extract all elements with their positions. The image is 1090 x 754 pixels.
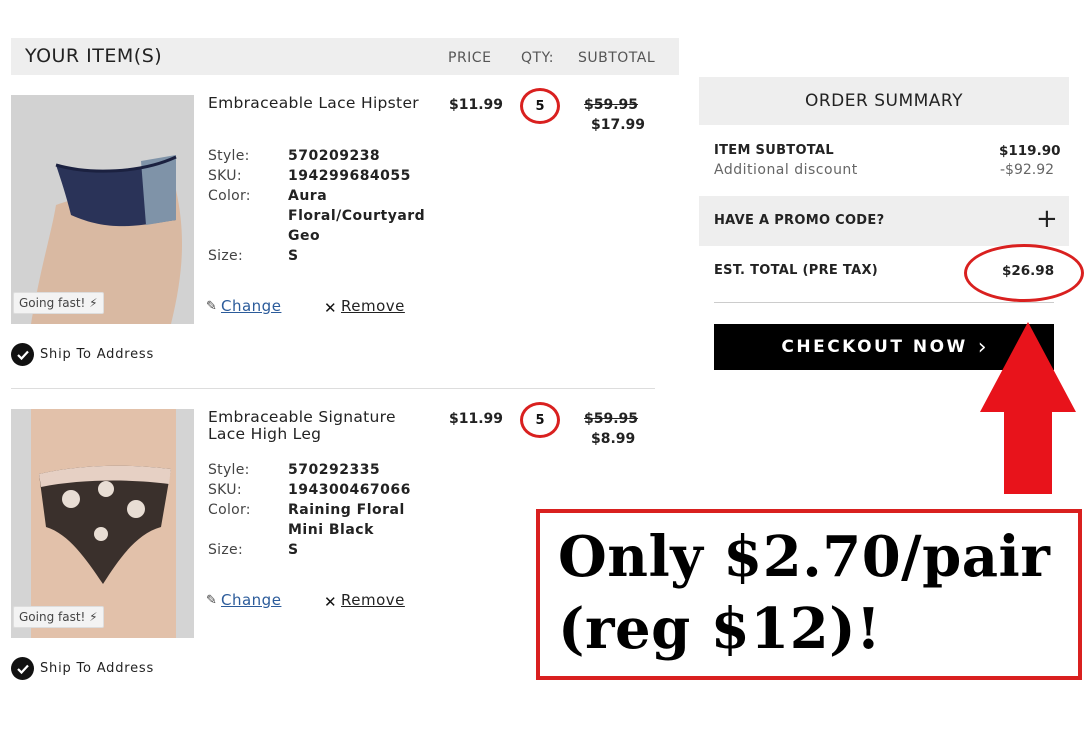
- size-value: S: [288, 542, 299, 558]
- product-image[interactable]: Going fast! ⚡: [11, 409, 194, 638]
- product-photo-illustration: [11, 95, 194, 324]
- original-subtotal: $59.95: [584, 97, 639, 113]
- discount-value: -$92.92: [1000, 162, 1055, 178]
- product-name[interactable]: Embraceable Lace Hipster: [208, 95, 438, 112]
- size-value: S: [288, 248, 299, 264]
- remove-link[interactable]: Remove: [341, 297, 405, 315]
- color-value: Aura Floral/Courtyard Geo: [288, 188, 426, 244]
- change-link[interactable]: Change: [221, 297, 281, 315]
- checkmark-icon: [11, 343, 34, 366]
- price-annotation-text: Only $2.70/pair (reg $12)!: [558, 521, 1078, 665]
- product-photo-illustration: [11, 409, 194, 638]
- ship-label: Ship To Address: [40, 347, 155, 362]
- size-label: Size:: [208, 248, 243, 264]
- item-subtotal: $8.99: [591, 431, 636, 447]
- cart-item: Going fast! ⚡ Embraceable Lace Hipster S…: [11, 88, 671, 395]
- discount-label: Additional discount: [714, 162, 858, 178]
- sku-label: SKU:: [208, 482, 242, 498]
- cart-header: YOUR ITEM(S) PRICE QTY: SUBTOTAL: [11, 38, 679, 75]
- pencil-icon: ✎: [206, 299, 217, 314]
- qty-column-header: QTY:: [521, 50, 554, 66]
- ship-to-address-option[interactable]: Ship To Address: [11, 343, 154, 366]
- qty-value[interactable]: 5: [520, 402, 560, 438]
- subtotal-column-header: SUBTOTAL: [578, 50, 656, 66]
- est-total-label: EST. TOTAL (PRE TAX): [714, 263, 879, 278]
- red-arrow-annotation: [980, 322, 1076, 494]
- color-label: Color:: [208, 502, 251, 518]
- item-subtotal-value: $119.90: [999, 143, 1061, 159]
- checkout-label: CHECKOUT NOW: [781, 337, 968, 357]
- price-column-header: PRICE: [448, 50, 492, 66]
- item-divider: [11, 388, 655, 389]
- item-subtotal: $17.99: [591, 117, 646, 133]
- close-icon: ✕: [324, 593, 337, 611]
- style-label: Style:: [208, 462, 250, 478]
- promo-code-label: HAVE A PROMO CODE?: [714, 213, 885, 228]
- price-annotation-box: Only $2.70/pair (reg $12)!: [536, 509, 1082, 680]
- promo-code-toggle[interactable]: HAVE A PROMO CODE? +: [699, 196, 1069, 246]
- remove-link[interactable]: Remove: [341, 591, 405, 609]
- ship-label: Ship To Address: [40, 661, 155, 676]
- change-link[interactable]: Change: [221, 591, 281, 609]
- product-name[interactable]: Embraceable Signature Lace High Leg: [208, 409, 428, 443]
- cart-title: YOUR ITEM(S): [25, 45, 163, 67]
- going-fast-badge: Going fast! ⚡: [13, 606, 104, 628]
- original-subtotal: $59.95: [584, 411, 639, 427]
- order-summary-title: ORDER SUMMARY: [699, 77, 1069, 125]
- close-icon: ✕: [324, 299, 337, 317]
- unit-price: $11.99: [449, 97, 504, 113]
- plus-icon: +: [1036, 204, 1058, 234]
- checkmark-icon: [11, 657, 34, 680]
- pencil-icon: ✎: [206, 593, 217, 608]
- style-value: 570209238: [288, 148, 381, 164]
- ship-to-address-option[interactable]: Ship To Address: [11, 657, 154, 680]
- size-label: Size:: [208, 542, 243, 558]
- sku-label: SKU:: [208, 168, 242, 184]
- going-fast-badge: Going fast! ⚡: [13, 292, 104, 314]
- summary-divider: [714, 302, 1054, 303]
- product-image[interactable]: Going fast! ⚡: [11, 95, 194, 324]
- item-subtotal-label: ITEM SUBTOTAL: [714, 143, 834, 158]
- unit-price: $11.99: [449, 411, 504, 427]
- color-label: Color:: [208, 188, 251, 204]
- sku-value: 194300467066: [288, 482, 411, 498]
- total-highlight-circle: [964, 244, 1084, 302]
- annotation-line-2: (reg $12)!: [558, 596, 882, 662]
- style-value: 570292335: [288, 462, 381, 478]
- sku-value: 194299684055: [288, 168, 411, 184]
- color-value: Raining Floral Mini Black: [288, 502, 405, 538]
- style-label: Style:: [208, 148, 250, 164]
- annotation-line-1: Only $2.70/pair: [558, 524, 1051, 590]
- qty-value[interactable]: 5: [520, 88, 560, 124]
